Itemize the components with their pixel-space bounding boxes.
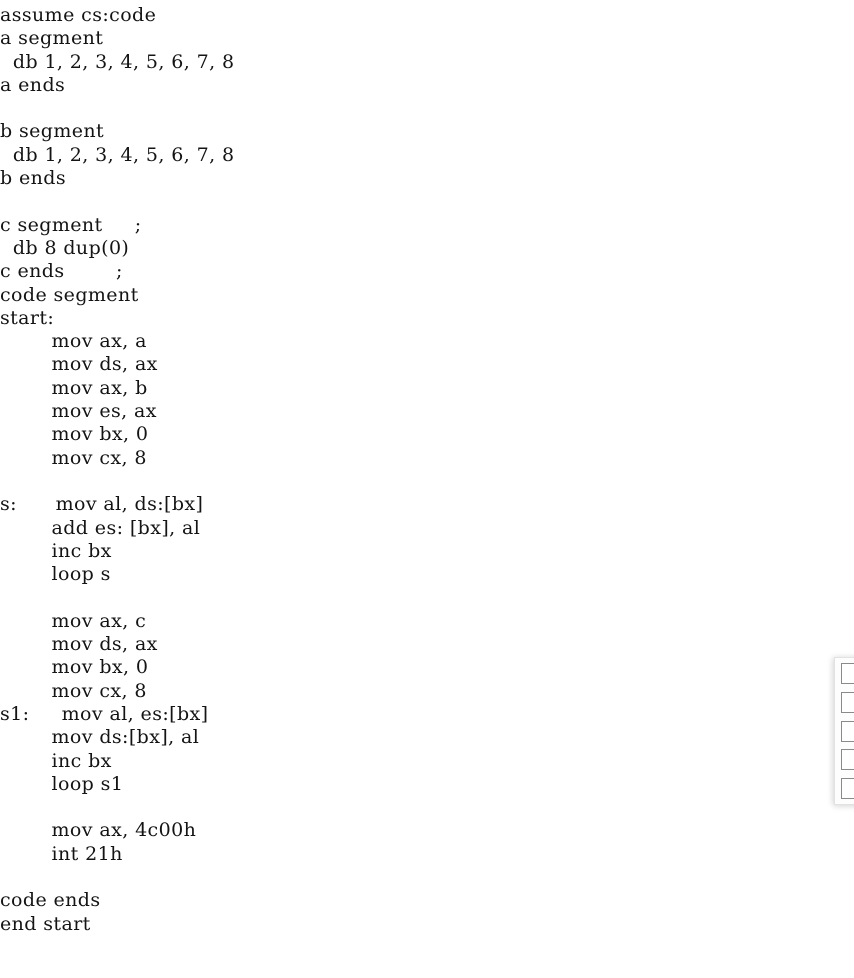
panel-box-1[interactable] (841, 663, 854, 684)
code-line: c segment ; (0, 213, 142, 236)
floating-side-panel[interactable] (834, 657, 854, 805)
code-line: s1: mov al, es:[bx] (0, 702, 209, 725)
code-line: loop s1 (0, 772, 124, 795)
code-line: mov ax, 4c00h (0, 819, 197, 842)
code-line: a segment (0, 27, 104, 50)
code-line: int 21h (0, 842, 123, 865)
code-line: mov bx, 0 (0, 656, 149, 679)
panel-box-5[interactable] (841, 778, 854, 799)
code-line: db 8 dup(0) (0, 236, 130, 259)
code-line: end start (0, 912, 91, 935)
code-line: db 1, 2, 3, 4, 5, 6, 7, 8 (0, 50, 235, 73)
code-line: b segment (0, 120, 105, 143)
code-line: code ends (0, 889, 101, 912)
code-line: mov bx, 0 (0, 423, 149, 446)
code-line: mov ax, a (0, 330, 147, 353)
panel-box-3[interactable] (841, 720, 854, 742)
code-line: mov ax, c (0, 609, 147, 632)
code-line: loop s (0, 563, 111, 586)
code-line: mov cx, 8 (0, 679, 147, 702)
code-line: c ends ; (0, 260, 123, 283)
code-line: mov cx, 8 (0, 446, 147, 469)
code-line: db 1, 2, 3, 4, 5, 6, 7, 8 (0, 143, 235, 166)
code-line: start: (0, 306, 55, 329)
code-line: assume cs:code (0, 4, 157, 26)
panel-box-2[interactable] (841, 691, 854, 713)
code-line: b ends (0, 167, 66, 190)
code-line: add es: [bx], al (0, 516, 201, 539)
code-line: mov ds, ax (0, 353, 158, 376)
code-line: a ends (0, 73, 66, 96)
code-line: mov ds:[bx], al (0, 726, 200, 749)
code-line: inc bx (0, 749, 112, 772)
code-line: mov es, ax (0, 400, 157, 423)
code-line: mov ds, ax (0, 633, 158, 656)
code-listing[interactable]: assume cs:code a segment db 1, 2, 3, 4, 5… (0, 0, 800, 936)
code-line: mov ax, b (0, 376, 148, 399)
code-line: code segment (0, 283, 139, 306)
panel-box-4[interactable] (841, 749, 854, 771)
code-line: s: mov al, ds:[bx] (0, 493, 204, 516)
code-line: inc bx (0, 539, 112, 562)
